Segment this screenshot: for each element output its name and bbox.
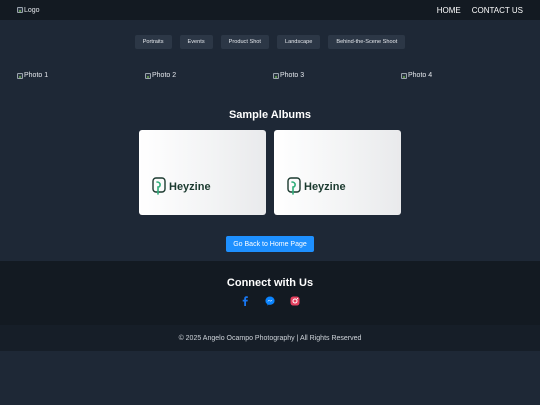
photo-gallery: Photo 1 Photo 2 Photo 3 Photo 4 bbox=[17, 72, 537, 84]
category-filters: Portraits Events Product Shot Landscape … bbox=[0, 35, 540, 49]
social-links bbox=[0, 296, 540, 306]
filter-product-shot-button[interactable]: Product Shot bbox=[220, 35, 269, 49]
broken-image-icon bbox=[17, 7, 23, 13]
logo-alt-text: Logo bbox=[24, 6, 40, 14]
heyzine-icon bbox=[287, 177, 301, 195]
connect-title: Connect with Us bbox=[226, 277, 314, 289]
photo-alt-text: Photo 4 bbox=[408, 72, 433, 79]
photo-alt-text: Photo 3 bbox=[280, 72, 305, 79]
photo-item[interactable]: Photo 2 bbox=[145, 72, 176, 79]
photo-item[interactable]: Photo 3 bbox=[273, 72, 304, 79]
nav-links: HOME CONTACT US bbox=[437, 6, 523, 15]
heyzine-logo: Heyzine bbox=[152, 177, 211, 196]
copyright-text: © 2025 Angelo Ocampo Photography | All R… bbox=[178, 334, 362, 342]
footer: Connect with Us bbox=[0, 261, 540, 325]
broken-image-icon bbox=[401, 72, 407, 79]
heyzine-brand-text: Heyzine bbox=[169, 180, 211, 193]
broken-image-icon bbox=[145, 72, 151, 79]
nav-home-link[interactable]: HOME bbox=[437, 6, 461, 15]
go-back-home-button[interactable]: Go Back to Home Page bbox=[226, 236, 314, 252]
broken-image-icon bbox=[17, 72, 23, 79]
album-card[interactable]: Heyzine bbox=[139, 130, 266, 215]
navbar: Logo HOME CONTACT US bbox=[0, 0, 540, 20]
copyright-bar: © 2025 Angelo Ocampo Photography | All R… bbox=[0, 325, 540, 351]
photo-alt-text: Photo 1 bbox=[24, 72, 49, 79]
album-card[interactable]: Heyzine bbox=[274, 130, 401, 215]
albums-title: Sample Albums bbox=[228, 109, 312, 121]
photo-item[interactable]: Photo 4 bbox=[401, 72, 432, 79]
nav-contact-link[interactable]: CONTACT US bbox=[472, 6, 523, 15]
heyzine-logo: Heyzine bbox=[287, 177, 346, 196]
filter-portraits-button[interactable]: Portraits bbox=[134, 35, 172, 49]
photo-alt-text: Photo 2 bbox=[152, 72, 177, 79]
photo-item[interactable]: Photo 1 bbox=[17, 72, 48, 79]
broken-image-icon bbox=[273, 72, 279, 79]
logo[interactable]: Logo bbox=[17, 7, 40, 14]
filter-events-button[interactable]: Events bbox=[179, 35, 213, 49]
facebook-icon[interactable] bbox=[240, 296, 250, 306]
heyzine-brand-text: Heyzine bbox=[304, 180, 346, 193]
instagram-icon[interactable] bbox=[290, 296, 300, 306]
filter-landscape-button[interactable]: Landscape bbox=[276, 35, 321, 49]
messenger-icon[interactable] bbox=[265, 296, 275, 306]
heyzine-icon bbox=[152, 177, 166, 195]
filter-behind-the-scene-button[interactable]: Behind-the-Scene Shoot bbox=[328, 35, 406, 49]
